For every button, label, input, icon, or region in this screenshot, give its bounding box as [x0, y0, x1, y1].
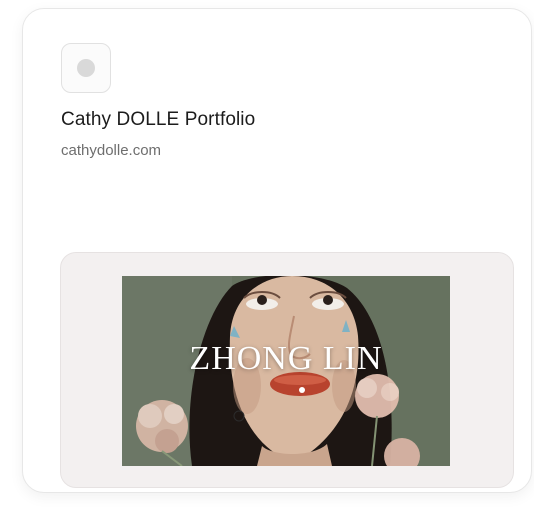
preview-image: ZHONG LIN [122, 276, 450, 466]
placeholder-favicon-icon [77, 59, 95, 77]
link-url[interactable]: cathydolle.com [61, 142, 161, 159]
link-title[interactable]: Cathy DOLLE Portfolio [61, 109, 255, 131]
preview-panel[interactable]: ZHONG LIN [60, 252, 514, 488]
preview-brand-text: ZHONG LIN [189, 340, 383, 377]
link-preview-card[interactable]: Cathy DOLLE Portfolio cathydolle.com ZHO… [22, 8, 532, 493]
favicon-icon [61, 43, 111, 93]
